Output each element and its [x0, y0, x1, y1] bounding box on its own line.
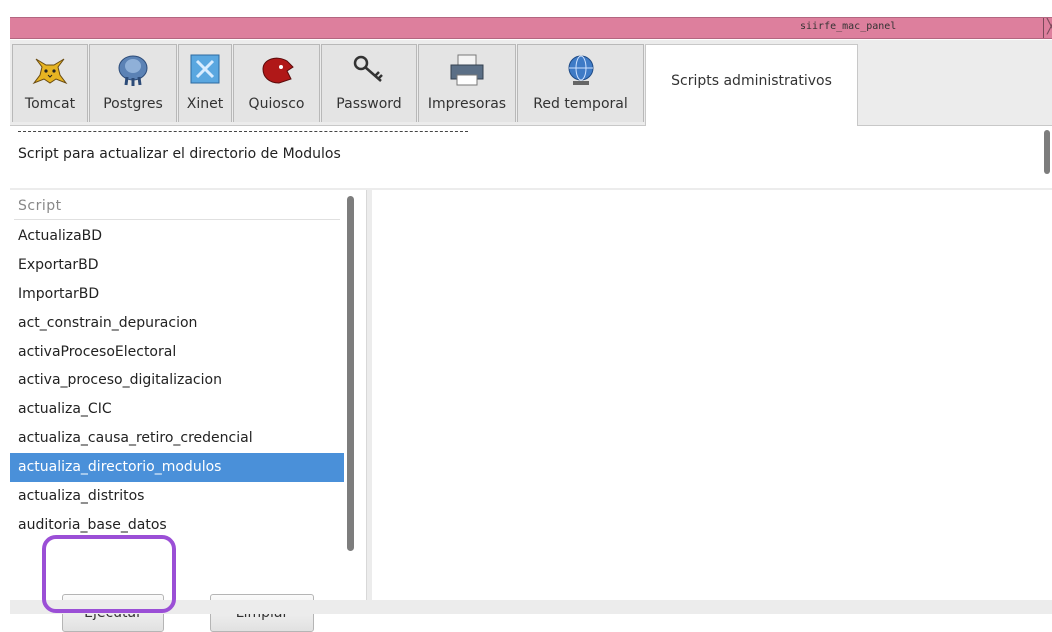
tab-bar: Tomcat Postgres Xinet Quiosco Password I…	[10, 44, 1052, 126]
list-item[interactable]: actualiza_distritos	[10, 482, 344, 511]
tab-postgres[interactable]: Postgres	[89, 44, 177, 122]
list-item[interactable]: ExportarBD	[10, 251, 344, 280]
execute-button-highlight	[42, 535, 176, 613]
tab-label: Postgres	[103, 96, 163, 112]
tab-red-temporal[interactable]: Red temporal	[517, 44, 644, 122]
list-item[interactable]: activa_proceso_digitalizacion	[10, 366, 344, 395]
tab-label: Quiosco	[248, 96, 305, 112]
tab-label: Tomcat	[24, 96, 76, 112]
window-titlebar[interactable]: siirfe_mac_panel ╳	[10, 17, 1052, 39]
keys-icon	[322, 53, 416, 87]
tab-tomcat[interactable]: Tomcat	[12, 44, 88, 122]
titlebar-separator	[1043, 18, 1044, 38]
list-scrollbar[interactable]	[347, 196, 354, 551]
list-item[interactable]: act_constrain_depuracion	[10, 309, 344, 338]
list-item[interactable]: ImportarBD	[10, 280, 344, 309]
tab-label: Red temporal	[533, 96, 628, 112]
window-title: siirfe_mac_panel	[800, 21, 897, 32]
list-item[interactable]: actualiza_causa_retiro_credencial	[10, 424, 344, 453]
output-panel	[372, 190, 1052, 600]
tab-label: Impresoras	[427, 96, 507, 112]
description-panel: Script para actualizar el directorio de …	[10, 126, 1052, 188]
printer-icon	[419, 53, 515, 87]
description-separator	[18, 131, 468, 138]
list-item[interactable]: activaProcesoElectoral	[10, 338, 344, 367]
tab-quiosco[interactable]: Quiosco	[233, 44, 320, 122]
network-globe-icon	[518, 53, 643, 87]
list-item[interactable]: actualiza_CIC	[10, 395, 344, 424]
tab-label: Scripts administrativos	[671, 73, 832, 89]
tab-label: Xinet	[186, 96, 224, 112]
list-item[interactable]: ActualizaBD	[10, 222, 344, 251]
postgres-elephant-icon	[90, 53, 176, 87]
app-window: Tomcat Postgres Xinet Quiosco Password I…	[10, 40, 1052, 632]
description-scrollbar[interactable]	[1044, 130, 1050, 174]
script-column-header[interactable]: Script	[18, 198, 62, 214]
tomcat-icon	[13, 53, 87, 87]
script-list: ActualizaBD ExportarBD ImportarBD act_co…	[10, 222, 344, 540]
tab-password[interactable]: Password	[321, 44, 417, 122]
tab-scripts-administrativos[interactable]: Scripts administrativos	[645, 44, 858, 126]
tab-label: Password	[336, 96, 402, 112]
script-description: Script para actualizar el directorio de …	[18, 146, 341, 162]
xinet-icon	[179, 53, 231, 87]
tab-impresoras[interactable]: Impresoras	[418, 44, 516, 122]
tab-xinet[interactable]: Xinet	[178, 44, 232, 122]
list-item-selected[interactable]: actualiza_directorio_modulos	[10, 453, 344, 483]
header-divider	[14, 219, 340, 220]
close-icon[interactable]: ╳	[1047, 19, 1052, 35]
quiosco-red-head-icon	[234, 53, 319, 87]
